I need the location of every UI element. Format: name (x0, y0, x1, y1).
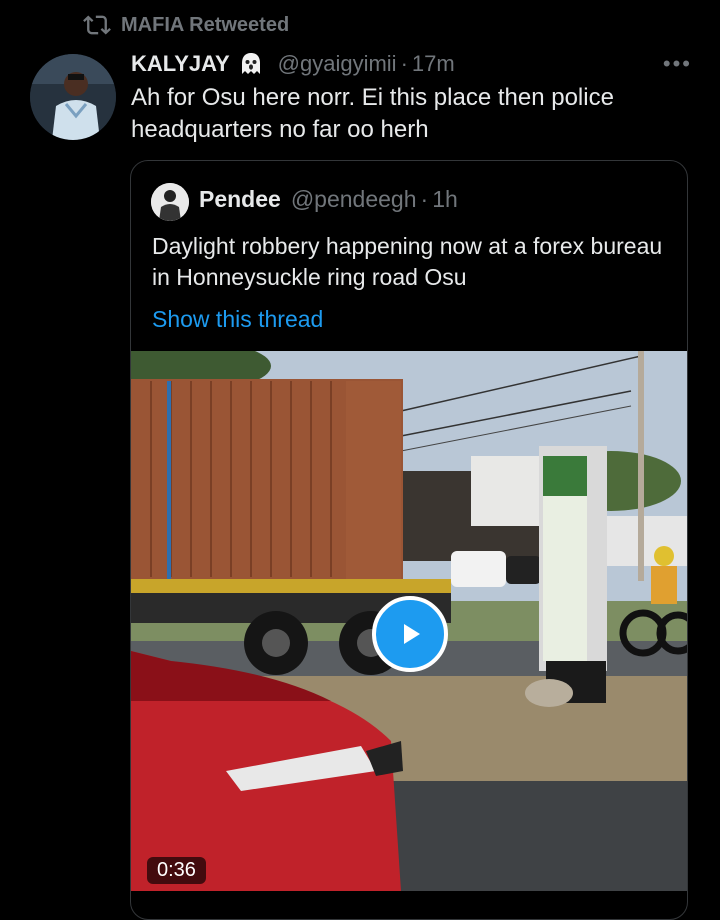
avatar-image (30, 54, 116, 140)
separator-dot: · (420, 186, 429, 212)
quoted-header: Pendee @pendeegh · 1h (199, 186, 458, 213)
author-handle[interactable]: @gyaigyimii (278, 51, 397, 77)
play-button[interactable] (372, 596, 448, 672)
ghost-icon (241, 53, 260, 74)
show-thread-link[interactable]: Show this thread (152, 306, 323, 333)
quoted-author-name[interactable]: Pendee (199, 186, 281, 213)
play-icon (404, 624, 420, 644)
timestamp[interactable]: 17m (412, 51, 455, 77)
tweet-text: Ah for Osu here norr. Ei this place then… (131, 84, 614, 143)
quoted-timestamp[interactable]: 1h (432, 186, 458, 213)
author-name[interactable]: KALYJAY (131, 51, 230, 77)
retweet-label: MAFIA Retweeted (121, 13, 290, 36)
retweet-indicator: MAFIA Retweeted (83, 11, 289, 39)
retweet-icon (83, 15, 111, 35)
quoted-avatar-image (151, 183, 189, 221)
quoted-tweet[interactable]: Pendee @pendeegh · 1h Daylight robbery h… (130, 160, 688, 920)
video-duration: 0:36 (147, 857, 206, 884)
more-options-icon[interactable]: ••• (663, 51, 692, 77)
tweet-header: KALYJAY @gyaigyimii · 17m ••• (131, 48, 692, 80)
separator-dot: · (400, 51, 408, 76)
quoted-text: Daylight robbery happening now at a fore… (152, 233, 663, 290)
quoted-author-handle[interactable]: @pendeegh (291, 186, 417, 213)
avatar[interactable] (30, 54, 116, 140)
quoted-avatar[interactable] (151, 183, 189, 221)
video-player[interactable]: 0:36 (131, 351, 687, 891)
